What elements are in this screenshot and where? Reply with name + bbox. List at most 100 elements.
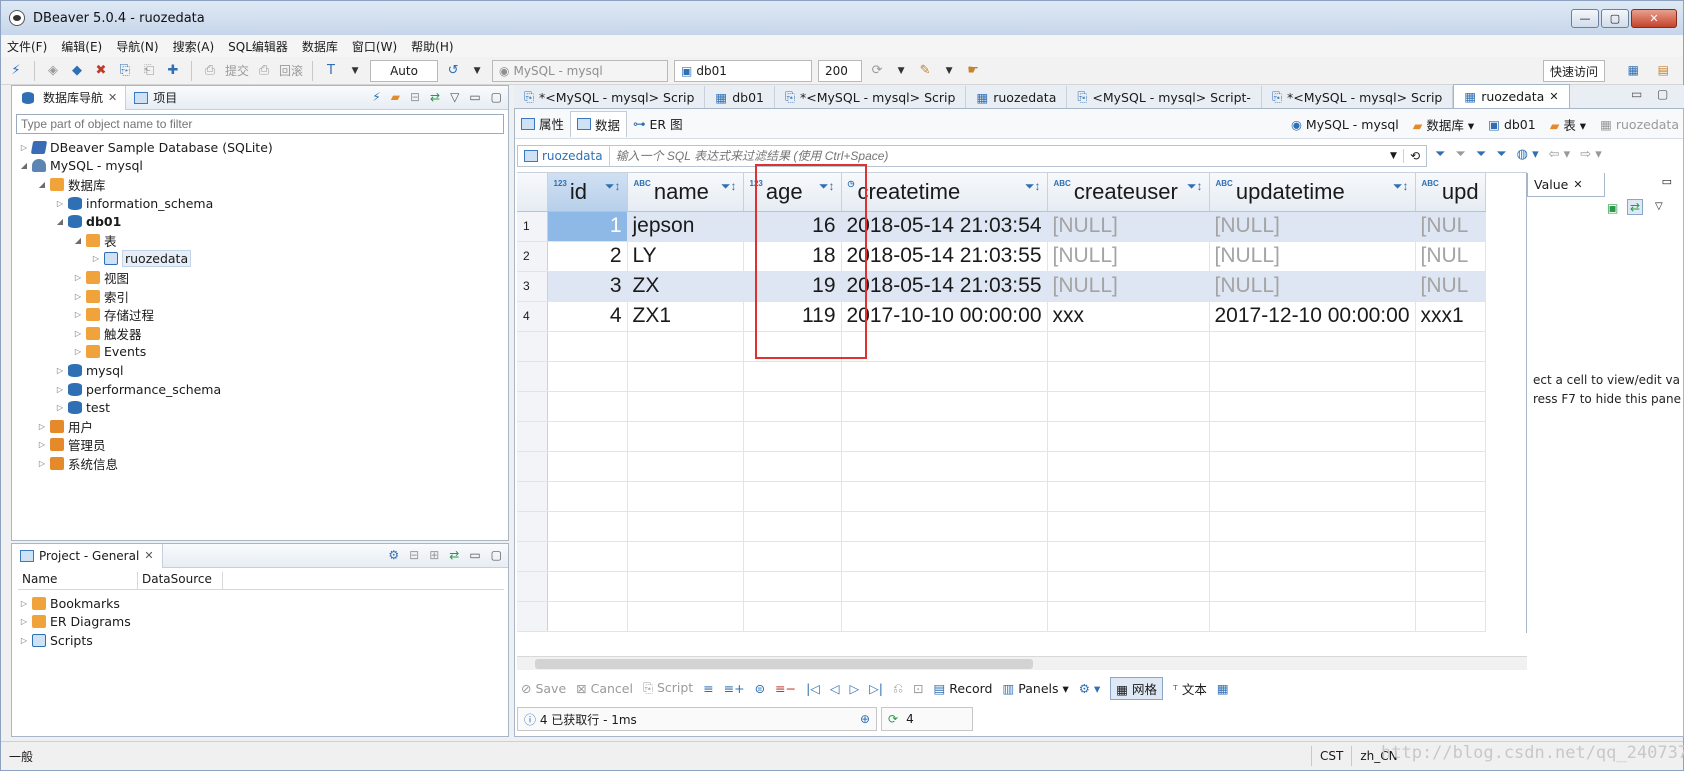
table-row[interactable] bbox=[517, 481, 1486, 512]
table-cell[interactable] bbox=[841, 481, 1048, 512]
minimize-icon[interactable]: ▭ bbox=[469, 548, 480, 562]
table-cell[interactable] bbox=[1209, 541, 1416, 572]
apply-filter-icon[interactable]: ⏷ bbox=[1435, 147, 1445, 162]
table-cell[interactable] bbox=[547, 361, 628, 392]
minimize-button[interactable]: — bbox=[1571, 9, 1599, 28]
menu-file[interactable]: 文件(F) bbox=[7, 38, 47, 55]
context-database-folder[interactable]: ▰ 数据库 ▾ bbox=[1413, 115, 1474, 134]
table-cell[interactable] bbox=[841, 571, 1048, 602]
table-cell[interactable] bbox=[547, 451, 628, 482]
auto-apply-icon[interactable]: ⇄ bbox=[1627, 199, 1644, 215]
table-row[interactable]: 3 3 ZX 19 2018-05-14 21:03:55 [NULL] [NULL] [NU… bbox=[517, 271, 1486, 302]
table-cell[interactable] bbox=[743, 481, 842, 512]
new-connection-icon[interactable]: ⚡ bbox=[7, 62, 25, 80]
expand-arrow-icon[interactable]: ▷ bbox=[72, 347, 84, 356]
table-cell[interactable]: [NULL] bbox=[1047, 271, 1210, 302]
column-header-upd[interactable]: ABC upd bbox=[1415, 173, 1486, 212]
tree-node[interactable]: ▷ test bbox=[18, 398, 504, 417]
table-cell[interactable]: [NUL bbox=[1415, 211, 1486, 242]
table-cell[interactable] bbox=[743, 421, 842, 452]
record-button[interactable]: ▤ Record bbox=[933, 681, 992, 696]
rollback-button[interactable]: 回滚 bbox=[279, 62, 303, 79]
add-row-icon[interactable]: ≡+ bbox=[724, 681, 745, 696]
table-cell[interactable] bbox=[841, 601, 1048, 632]
table-cell[interactable] bbox=[743, 511, 842, 542]
expand-arrow-icon[interactable]: ◢ bbox=[18, 161, 30, 170]
table-cell[interactable] bbox=[743, 391, 842, 422]
table-cell[interactable]: 3 bbox=[547, 271, 628, 302]
quick-access-input[interactable]: 快速访问 bbox=[1542, 60, 1605, 82]
expand-icon[interactable]: ⊞ bbox=[429, 548, 439, 562]
link-editor-icon[interactable]: ⇄ bbox=[449, 548, 459, 562]
next-page-icon[interactable]: ▷ bbox=[850, 681, 860, 696]
editor-tab[interactable]: ⎘ <MySQL - mysql> Script- bbox=[1067, 86, 1262, 108]
panels-button[interactable]: ▥ Panels ▾ bbox=[1002, 681, 1068, 696]
table-cell[interactable] bbox=[1047, 601, 1210, 632]
expand-arrow-icon[interactable]: ◢ bbox=[54, 217, 66, 226]
editor-tab[interactable]: ▦ ruozedata bbox=[966, 86, 1068, 108]
expand-arrow-icon[interactable]: ▷ bbox=[72, 292, 84, 301]
expand-arrow-icon[interactable]: ▷ bbox=[36, 440, 48, 449]
table-cell[interactable] bbox=[627, 421, 744, 452]
back-icon[interactable]: ⇦ ▾ bbox=[1549, 147, 1571, 162]
expand-arrow-icon[interactable]: ▷ bbox=[18, 143, 30, 152]
tree-node[interactable]: ▷ 视图 bbox=[18, 268, 504, 287]
table-cell[interactable] bbox=[841, 511, 1048, 542]
table-cell[interactable] bbox=[743, 541, 842, 572]
menu-navigate[interactable]: 导航(N) bbox=[116, 38, 158, 55]
table-cell[interactable]: [NULL] bbox=[1047, 211, 1210, 242]
expand-arrow-icon[interactable]: ▷ bbox=[72, 329, 84, 338]
tx-mode-button[interactable]: Auto bbox=[370, 59, 439, 82]
tab-projects[interactable]: 项目 bbox=[126, 86, 185, 110]
maximize-icon[interactable]: ▢ bbox=[491, 548, 502, 562]
menu-edit[interactable]: 编辑(E) bbox=[61, 38, 102, 55]
gear-icon[interactable]: ⚙ ▾ bbox=[1079, 681, 1100, 696]
table-cell[interactable]: 2017-10-10 00:00:00 bbox=[841, 301, 1048, 332]
menu-sql-editor[interactable]: SQL编辑器 bbox=[228, 38, 288, 55]
clear-filter-icon[interactable]: ⏷ bbox=[1455, 147, 1465, 162]
editor-minimize-icon[interactable]: ▭ bbox=[1631, 87, 1642, 101]
table-cell[interactable] bbox=[841, 331, 1048, 362]
table-cell[interactable] bbox=[627, 391, 744, 422]
tab-project-general[interactable]: Project - General ✕ bbox=[12, 543, 163, 568]
expand-arrow-icon[interactable]: ▷ bbox=[54, 385, 66, 394]
tab-database-navigator[interactable]: 数据库导航 ✕ bbox=[12, 85, 127, 110]
last-page-icon[interactable]: ▷| bbox=[869, 681, 883, 696]
history-icon[interactable]: ↺ bbox=[444, 62, 462, 80]
table-cell[interactable]: ZX1 bbox=[627, 301, 744, 332]
close-icon[interactable]: ✕ bbox=[1573, 178, 1582, 191]
editor-tab[interactable]: ▦ ruozedata ✕ bbox=[1453, 84, 1570, 108]
column-header-datasource[interactable]: DataSource bbox=[138, 572, 223, 589]
menu-window[interactable]: 窗口(W) bbox=[352, 38, 397, 55]
perspective-icon[interactable]: ▦ bbox=[1628, 63, 1639, 77]
table-cell[interactable] bbox=[1047, 541, 1210, 572]
wrench-icon[interactable]: ✎ bbox=[916, 62, 934, 80]
table-cell[interactable] bbox=[627, 571, 744, 602]
table-cell[interactable]: [NUL bbox=[1415, 271, 1486, 302]
row-number[interactable]: 1 bbox=[517, 211, 548, 242]
table-row[interactable] bbox=[517, 331, 1486, 362]
table-cell[interactable] bbox=[743, 451, 842, 482]
table-cell[interactable] bbox=[1047, 391, 1210, 422]
table-row[interactable]: 4 4 ZX1 119 2017-10-10 00:00:00 xxx 2017-12-10… bbox=[517, 301, 1486, 332]
tree-node[interactable]: ◢ 表 bbox=[18, 231, 504, 250]
grid-view-button[interactable]: ▦ 网格 bbox=[1110, 676, 1164, 700]
table-cell[interactable] bbox=[1209, 571, 1416, 602]
view-menu-icon[interactable]: ▽ bbox=[450, 90, 459, 104]
tree-node[interactable]: ▷ information_schema bbox=[18, 194, 504, 213]
table-cell[interactable] bbox=[1415, 601, 1486, 632]
database-select[interactable]: ▣ db01 bbox=[674, 59, 813, 82]
row-number[interactable] bbox=[517, 451, 548, 482]
row-number[interactable] bbox=[517, 481, 548, 512]
table-cell[interactable]: 2018-05-14 21:03:55 bbox=[841, 271, 1048, 302]
context-table-folder[interactable]: ▰ 表 ▾ bbox=[1550, 115, 1586, 134]
table-cell[interactable]: jepson bbox=[627, 211, 744, 242]
table-cell[interactable]: 2018-05-14 21:03:54 bbox=[841, 211, 1048, 242]
table-cell[interactable]: 2018-05-14 21:03:55 bbox=[841, 241, 1048, 272]
table-cell[interactable] bbox=[1209, 361, 1416, 392]
row-number[interactable] bbox=[517, 511, 548, 542]
table-cell[interactable] bbox=[1415, 421, 1486, 452]
table-cell[interactable]: [NULL] bbox=[1209, 271, 1416, 302]
column-header-id[interactable]: 123 id ⏷↕ bbox=[547, 173, 628, 212]
minimize-icon[interactable]: ▭ bbox=[469, 90, 480, 104]
